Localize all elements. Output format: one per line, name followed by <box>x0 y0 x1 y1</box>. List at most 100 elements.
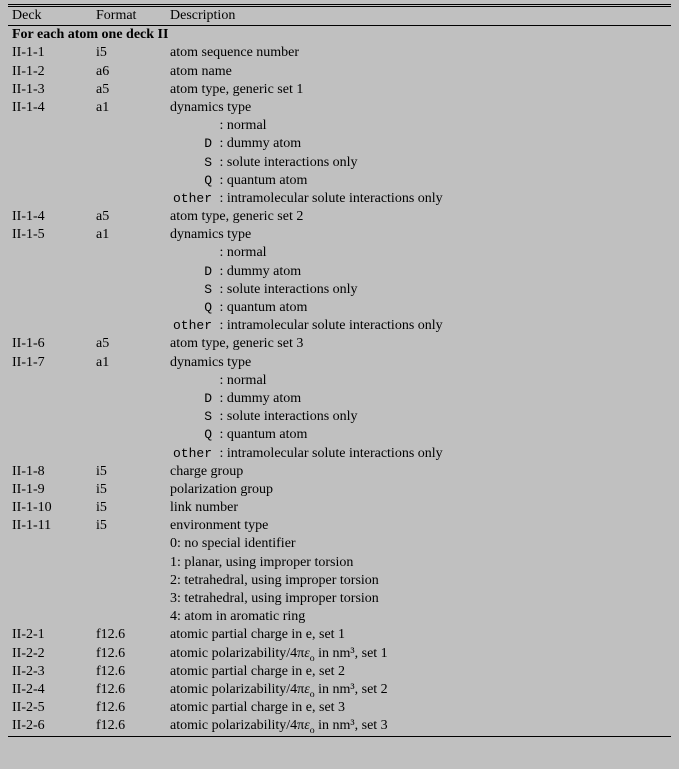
opt-text: tetrahedral, using improper torsion <box>184 573 378 588</box>
cell-deck: II-1-7 <box>8 354 92 372</box>
cell-desc: 0: no special identifier <box>166 535 671 553</box>
cell-format: a5 <box>92 81 166 99</box>
table-row: II-1-5a1dynamics type <box>8 226 671 244</box>
opt-code: 3 <box>170 591 177 606</box>
cell-deck: II-1-6 <box>8 335 92 353</box>
cell-desc: link number <box>166 499 671 517</box>
cell-desc: Q : quantum atom <box>166 172 671 190</box>
opt-code: 0 <box>170 536 177 551</box>
cell-desc: : normal <box>166 244 671 262</box>
table-row: : normal <box>8 117 671 135</box>
table-row: Q : quantum atom <box>8 299 671 317</box>
opt-text: : solute interactions only <box>220 409 358 424</box>
opt-text: : quantum atom <box>220 300 308 315</box>
cell-format: f12.6 <box>92 645 166 663</box>
table-header-row: Deck Format Description <box>8 6 671 26</box>
cell-format: a1 <box>92 226 166 244</box>
cell-deck: II-1-2 <box>8 63 92 81</box>
table-row: other : intramolecular solute interactio… <box>8 317 671 335</box>
table-row: S : solute interactions only <box>8 408 671 426</box>
cell-desc: atom type, generic set 3 <box>166 335 671 353</box>
opt-text: : dummy atom <box>220 391 302 406</box>
cell-desc: Q : quantum atom <box>166 299 671 317</box>
opt-text: atom in aromatic ring <box>184 609 305 624</box>
cell-desc: S : solute interactions only <box>166 154 671 172</box>
table-row: II-2-3f12.6atomic partial charge in e, s… <box>8 663 671 681</box>
cell-format: i5 <box>92 481 166 499</box>
table-row: II-1-7a1dynamics type <box>8 354 671 372</box>
cell-desc: 1: planar, using improper torsion <box>166 554 671 572</box>
table-row: II-1-6a5atom type, generic set 3 <box>8 335 671 353</box>
table-row: 0: no special identifier <box>8 535 671 553</box>
opt-text: tetrahedral, using improper torsion <box>184 591 378 606</box>
opt-code: 2 <box>170 573 177 588</box>
section-title: For each atom one deck II <box>8 26 671 45</box>
cell-format: a1 <box>92 354 166 372</box>
cell-desc: atomic partial charge in e, set 3 <box>166 699 671 717</box>
opt-code: 4 <box>170 609 177 624</box>
cell-deck: II-1-4 <box>8 99 92 117</box>
cell-deck: II-1-3 <box>8 81 92 99</box>
table-row: S : solute interactions only <box>8 281 671 299</box>
opt-code: other <box>170 191 216 208</box>
cell-deck: II-2-5 <box>8 699 92 717</box>
cell-format: f12.6 <box>92 699 166 717</box>
cell-format: a5 <box>92 208 166 226</box>
cell-desc: Q : quantum atom <box>166 426 671 444</box>
header-deck: Deck <box>8 6 92 26</box>
table-row: II-2-4f12.6atomic polarizability/4πεo in… <box>8 681 671 699</box>
section-row: For each atom one deck II <box>8 26 671 45</box>
cell-desc: D : dummy atom <box>166 135 671 153</box>
opt-text: planar, using improper torsion <box>184 555 353 570</box>
cell-deck: II-1-10 <box>8 499 92 517</box>
cell-desc: 4: atom in aromatic ring <box>166 608 671 626</box>
table-row: D : dummy atom <box>8 390 671 408</box>
opt-code: other <box>170 318 216 335</box>
opt-code: Q <box>170 173 216 190</box>
table-row: II-1-1i5atom sequence number <box>8 44 671 62</box>
cell-desc: other : intramolecular solute interactio… <box>166 445 671 463</box>
opt-code: D <box>170 391 216 408</box>
table-row: other : intramolecular solute interactio… <box>8 190 671 208</box>
cell-desc: atomic partial charge in e, set 2 <box>166 663 671 681</box>
cell-desc: 3: tetrahedral, using improper torsion <box>166 590 671 608</box>
header-format: Format <box>92 6 166 26</box>
cell-deck: II-2-6 <box>8 717 92 736</box>
table-row: II-1-4a5atom type, generic set 2 <box>8 208 671 226</box>
table-row: II-2-2f12.6atomic polarizability/4πεo in… <box>8 645 671 663</box>
cell-desc: environment type <box>166 517 671 535</box>
cell-deck: II-2-4 <box>8 681 92 699</box>
table-row: Q : quantum atom <box>8 426 671 444</box>
cell-desc: atomic polarizability/4πεo in nm³, set 1 <box>166 645 671 663</box>
opt-text: : dummy atom <box>220 136 302 151</box>
cell-deck: II-1-11 <box>8 517 92 535</box>
cell-desc: other : intramolecular solute interactio… <box>166 317 671 335</box>
cell-desc: dynamics type <box>166 354 671 372</box>
table-row: Q : quantum atom <box>8 172 671 190</box>
table-row: other : intramolecular solute interactio… <box>8 445 671 463</box>
table-row: II-2-1f12.6atomic partial charge in e, s… <box>8 626 671 644</box>
cell-desc: : normal <box>166 117 671 135</box>
opt-text: : intramolecular solute interactions onl… <box>220 446 443 461</box>
cell-desc: D : dummy atom <box>166 263 671 281</box>
cell-desc: atomic partial charge in e, set 1 <box>166 626 671 644</box>
opt-code: Q <box>170 300 216 317</box>
opt-code: 1 <box>170 555 177 570</box>
opt-text: : quantum atom <box>220 427 308 442</box>
cell-desc: S : solute interactions only <box>166 408 671 426</box>
table-row: II-2-5f12.6atomic partial charge in e, s… <box>8 699 671 717</box>
cell-desc: : normal <box>166 372 671 390</box>
table-row: : normal <box>8 372 671 390</box>
table-row: 1: planar, using improper torsion <box>8 554 671 572</box>
cell-deck: II-1-5 <box>8 226 92 244</box>
opt-code: D <box>170 136 216 153</box>
opt-code: Q <box>170 427 216 444</box>
table-row: : normal <box>8 244 671 262</box>
cell-format: i5 <box>92 463 166 481</box>
opt-code: D <box>170 264 216 281</box>
cell-format: f12.6 <box>92 717 166 736</box>
opt-text: : dummy atom <box>220 264 302 279</box>
cell-desc: other : intramolecular solute interactio… <box>166 190 671 208</box>
cell-deck: II-1-8 <box>8 463 92 481</box>
cell-format: f12.6 <box>92 663 166 681</box>
